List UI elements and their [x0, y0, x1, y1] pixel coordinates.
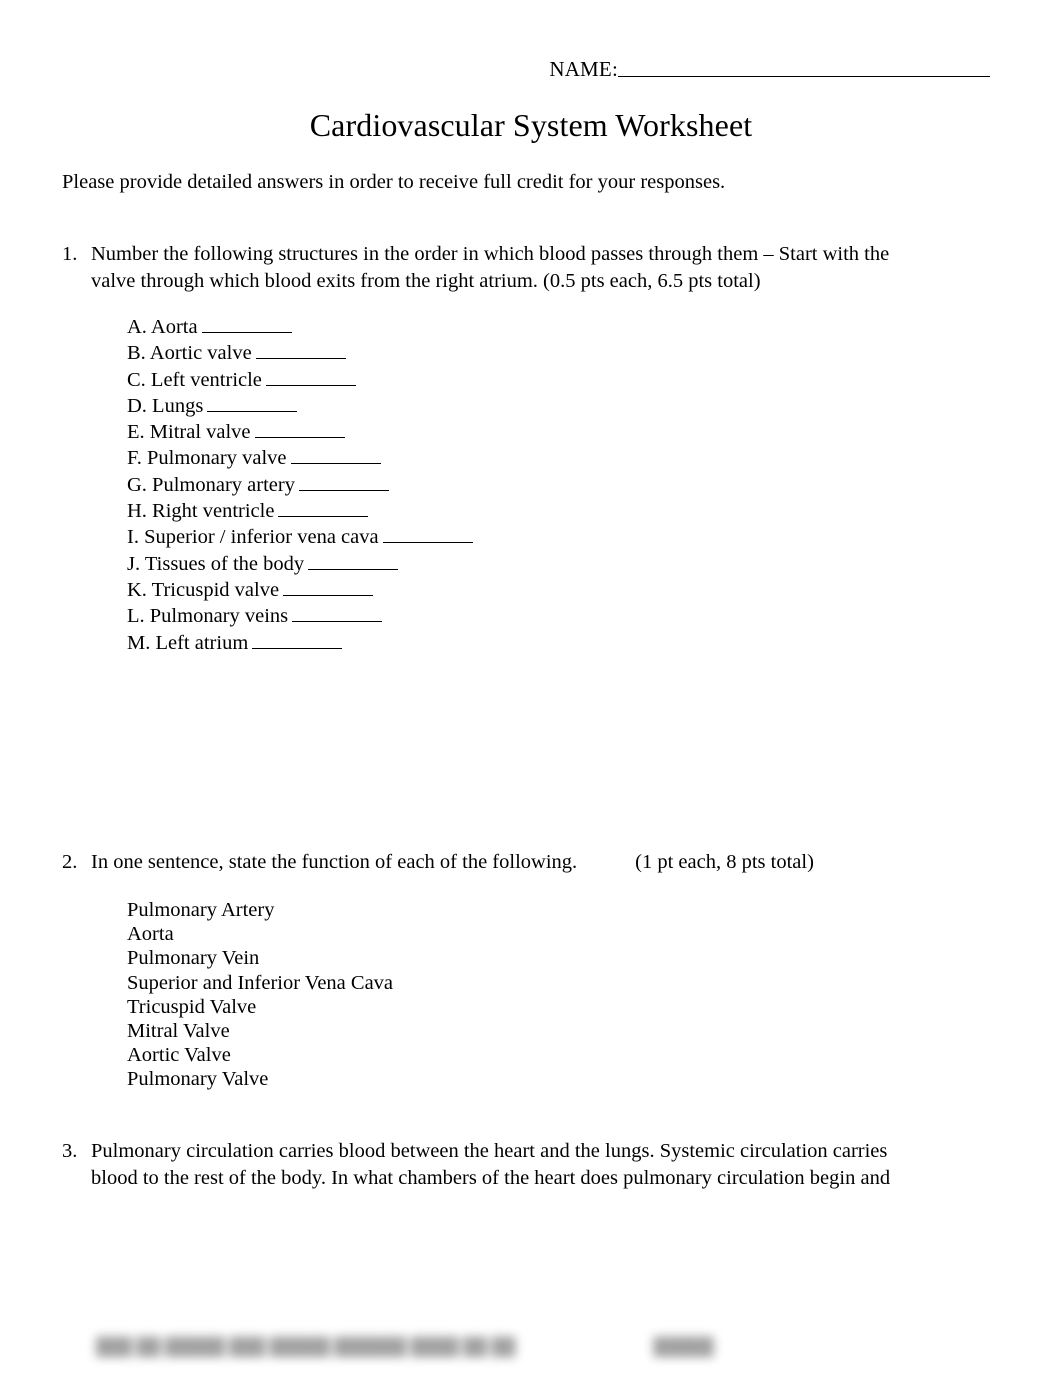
answer-blank[interactable] — [201, 317, 292, 333]
answer-blank[interactable] — [298, 475, 389, 491]
question-1-number: 1. — [62, 243, 78, 265]
list-item: C. Left ventricle — [127, 367, 473, 393]
question-2-text-line-1: In one sentence, state the function of e… — [91, 851, 578, 873]
list-item-label: I. Superior / inferior vena cava — [127, 526, 379, 549]
answer-blank[interactable] — [252, 633, 343, 649]
intro-text: Please provide detailed answers in order… — [62, 171, 726, 193]
page-title: Cardiovascular System Worksheet — [309, 107, 753, 143]
question-1-text-line-1: Number the following structures in the o… — [91, 243, 890, 265]
question-2-line-1: 2. In one sentence, state the function o… — [62, 849, 962, 876]
question-2-item-list: Pulmonary Artery Aorta Pulmonary Vein Su… — [127, 898, 393, 1092]
name-input-blank[interactable] — [618, 56, 990, 77]
list-item-label: H. Right ventricle — [127, 500, 275, 523]
list-item-label: G. Pulmonary artery — [127, 473, 295, 496]
list-item: Aortic Valve — [127, 1044, 231, 1067]
question-1-item-list: A. Aorta B. Aortic valve C. Left ventric… — [127, 314, 473, 656]
list-item-label: C. Left ventricle — [127, 368, 262, 391]
list-item: M. Left atrium — [127, 630, 473, 656]
redacted-footer: ███ ██ █████ ███ █████ ██████ ████ ██ ██… — [96, 1334, 776, 1360]
list-item: E. Mitral valve — [127, 419, 473, 445]
list-item: K. Tricuspid valve — [127, 577, 473, 603]
list-item: F. Pulmonary valve — [127, 445, 473, 471]
answer-blank[interactable] — [283, 580, 374, 596]
list-item: Mitral Valve — [127, 1020, 230, 1043]
question-2: 2. In one sentence, state the function o… — [62, 849, 962, 876]
list-item: Pulmonary Vein — [127, 947, 260, 970]
question-3-text-line-2: blood to the rest of the body. In what c… — [91, 1167, 891, 1189]
question-3-text-line-1: Pulmonary circulation carries blood betw… — [91, 1140, 888, 1162]
list-item-label: D. Lungs — [127, 394, 204, 417]
answer-blank[interactable] — [382, 527, 473, 544]
answer-blank[interactable] — [292, 606, 383, 623]
question-1-line-1: 1. Number the following structures in th… — [62, 241, 962, 268]
question-3-line-2: blood to the rest of the body. In what c… — [62, 1165, 962, 1192]
answer-blank[interactable] — [290, 448, 381, 465]
list-item: L. Pulmonary veins — [127, 603, 473, 629]
list-item: G. Pulmonary artery — [127, 472, 473, 498]
answer-blank[interactable] — [308, 554, 399, 570]
list-item-label: A. Aorta — [127, 316, 198, 338]
list-item-label: K. Tricuspid valve — [127, 578, 280, 601]
question-2-number: 2. — [62, 851, 78, 873]
list-item: A. Aorta — [127, 314, 473, 340]
redacted-footer-right: █████ — [653, 1337, 714, 1356]
redacted-footer-left: ███ ██ █████ ███ █████ ██████ ████ ██ ██ — [96, 1337, 516, 1356]
answer-blank[interactable] — [207, 396, 298, 412]
answer-blank[interactable] — [278, 501, 369, 518]
question-1: 1. Number the following structures in th… — [62, 241, 962, 295]
question-3-number: 3. — [62, 1140, 78, 1162]
list-item-label: F. Pulmonary valve — [127, 447, 287, 470]
answer-blank[interactable] — [254, 422, 345, 439]
list-item: D. Lungs — [127, 393, 473, 419]
list-item: B. Aortic valve — [127, 340, 473, 366]
list-item: Pulmonary Valve — [127, 1068, 269, 1091]
question-3-line-1: 3. Pulmonary circulation carries blood b… — [62, 1138, 962, 1165]
list-item: Superior and Inferior Vena Cava — [127, 971, 394, 994]
list-item-label: B. Aortic valve — [127, 342, 252, 365]
question-3: 3. Pulmonary circulation carries blood b… — [62, 1138, 962, 1192]
list-item: Pulmonary Artery — [127, 899, 275, 921]
list-item: I. Superior / inferior vena cava — [127, 524, 473, 550]
worksheet-page: NAME: Cardiovascular System Worksheet Pl… — [0, 0, 1062, 1377]
list-item-label: J. Tissues of the body — [127, 552, 305, 575]
name-label: NAME: — [549, 57, 618, 81]
answer-blank[interactable] — [265, 370, 356, 386]
list-item: Aorta — [127, 923, 174, 946]
list-item: J. Tissues of the body — [127, 551, 473, 577]
question-2-points: (1 pt each, 8 pts total) — [635, 851, 814, 873]
list-item: Tricuspid Valve — [127, 995, 257, 1018]
name-field-row: NAME: — [0, 56, 1062, 82]
answer-blank[interactable] — [255, 343, 346, 360]
list-item-label: E. Mitral valve — [127, 421, 251, 444]
question-1-text-line-2: valve through which blood exits from the… — [91, 270, 761, 292]
list-item-label: M. Left atrium — [127, 631, 249, 654]
question-1-line-2: valve through which blood exits from the… — [62, 268, 962, 295]
list-item-label: L. Pulmonary veins — [127, 605, 289, 628]
list-item: H. Right ventricle — [127, 498, 473, 524]
